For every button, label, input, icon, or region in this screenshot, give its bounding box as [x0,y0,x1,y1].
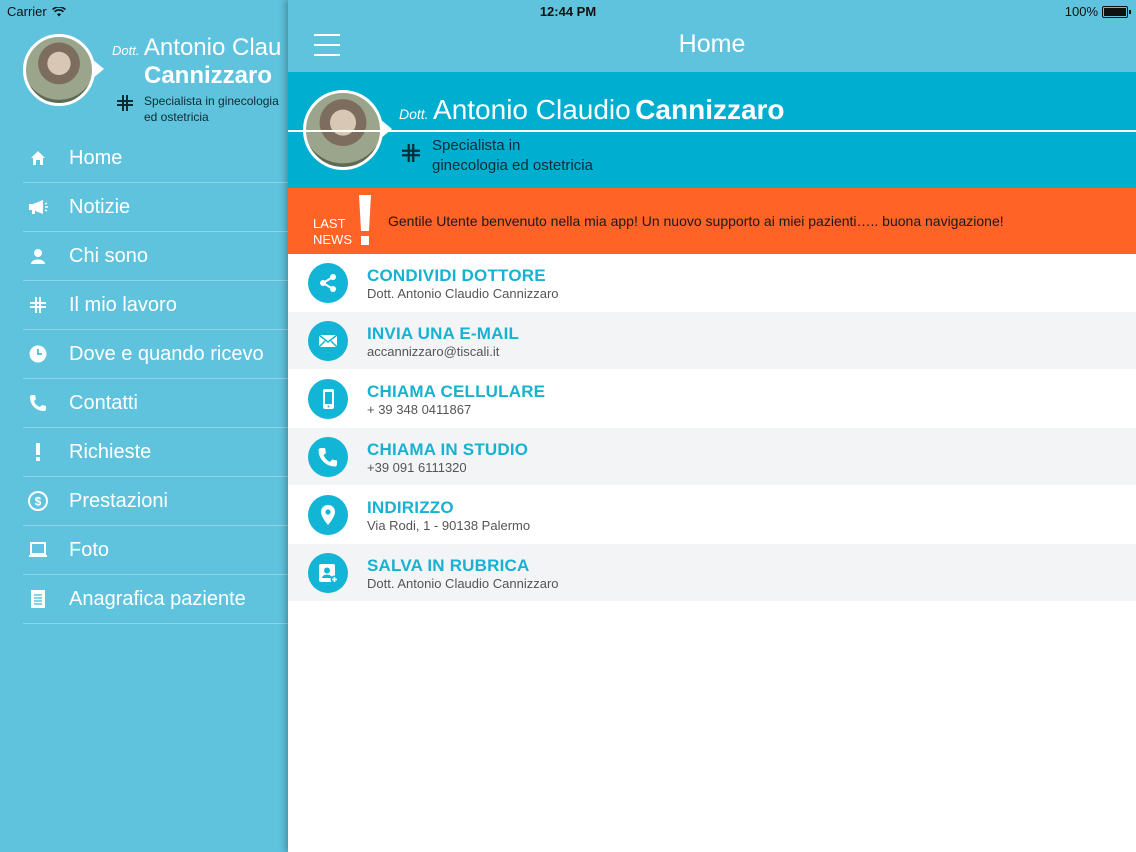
sidebar-item-richieste[interactable]: Richieste [23,428,288,477]
specialty-line: Specialista in [432,137,521,154]
doctor-first-name: Antonio Claudio [433,94,631,125]
sidebar-item-il-mio-lavoro[interactable]: Il mio lavoro [23,281,288,330]
action-save-contact[interactable]: SALVA IN RUBRICA Dott. Antonio Claudio C… [288,544,1136,602]
action-call-studio[interactable]: CHIAMA IN STUDIO +39 091 6111320 [288,428,1136,486]
sidebar-item-dove-e-quando[interactable]: Dove e quando ricevo [23,330,288,379]
clock: 12:44 PM [539,4,597,19]
action-share-doctor[interactable]: CONDIVIDI DOTTORE Dott. Antonio Claudio … [288,254,1136,312]
sidebar-item-prestazioni[interactable]: $ Prestazioni [23,477,288,526]
home-icon [23,148,53,168]
last-news-banner[interactable]: LAST NEWS Gentile Utente benvenuto nella… [288,188,1136,254]
sidebar-menu: Home Notizie Chi sono Il mio lavoro Dove… [23,134,288,624]
doctor-first-name: Antonio Clau [143,34,282,61]
sidebar-item-label: Richieste [69,440,152,463]
sidebar: Dott. Antonio Clau Cannizzaro Specialist… [0,0,288,852]
battery-icon [1102,5,1131,18]
sidebar-item-foto[interactable]: Foto [23,526,288,575]
sidebar-item-notizie[interactable]: Notizie [23,183,288,232]
doctor-title: Dott. [399,106,429,122]
action-list: CONDIVIDI DOTTORE Dott. Antonio Claudio … [288,254,1136,602]
action-subtitle: Via Rodi, 1 - 90138 Palermo [367,518,531,533]
medical-cross-icon [117,95,133,111]
share-icon [308,263,348,303]
action-subtitle: Dott. Antonio Claudio Cannizzaro [367,286,559,301]
action-title: INVIA UNA E-MAIL [367,324,520,343]
action-title: CHIAMA IN STUDIO [367,440,529,459]
doctor-title: Dott. [112,43,140,58]
page-title-text: Home [678,30,746,58]
action-call-mobile[interactable]: CHIAMA CELLULARE + 39 348 0411867 [288,370,1136,428]
status-bar: Carrier 12:44 PM 100% [0,0,1136,22]
sidebar-item-label: Chi sono [69,244,148,267]
clock-icon [23,344,53,364]
specialty-line: Specialista in ginecologia [144,94,279,108]
action-subtitle: +39 091 6111320 [367,460,467,475]
monitor-icon [23,540,53,560]
sidebar-item-label: Dove e quando ricevo [69,342,264,365]
sidebar-item-chi-sono[interactable]: Chi sono [23,232,288,281]
sidebar-specialty: Specialista in ginecologia ed ostetricia [144,94,288,125]
phone-icon [23,393,53,413]
action-title: INDIRIZZO [367,498,454,517]
last-news-label: LAST NEWS [313,216,352,249]
sidebar-item-home[interactable]: Home [23,134,288,183]
doctor-last-name: Cannizzaro [635,94,785,125]
doctor-last-name: Cannizzaro [144,61,273,89]
sidebar-item-label: Prestazioni [69,489,168,512]
battery-percent: 100% [1064,4,1098,19]
avatar [23,34,104,106]
exclamation-icon [23,442,53,462]
location-pin-icon [308,495,348,535]
action-title: CHIAMA CELLULARE [367,382,546,401]
news-text: Gentile Utente benvenuto nella mia app! … [388,213,1004,229]
svg-text:$: $ [35,495,42,509]
envelope-icon [308,321,348,361]
specialty-line: ed ostetricia [144,109,209,124]
sidebar-item-label: Contatti [69,391,138,414]
action-subtitle: Dott. Antonio Claudio Cannizzaro [367,576,559,591]
action-title: CONDIVIDI DOTTORE [367,266,546,285]
exclamation-icon [359,195,371,245]
sidebar-item-anagrafica[interactable]: Anagrafica paziente [23,575,288,624]
sidebar-item-label: Home [69,146,123,169]
sidebar-item-label: Anagrafica paziente [69,587,246,610]
person-icon [23,246,53,266]
cross-icon [23,295,53,315]
page-title: Home [288,30,1136,59]
doctor-profile-header: Dott. Antonio Claudio Cannizzaro Special… [288,72,1136,188]
doctor-name: Dott. Antonio Claudio Cannizzaro [399,94,785,126]
specialty-line: ginecologia ed ostetricia [432,156,593,174]
news-label-line: NEWS [313,232,352,248]
sidebar-item-label: Foto [69,538,110,561]
divider [288,130,1136,132]
dollar-icon: $ [23,491,53,511]
action-title: SALVA IN RUBRICA [367,556,530,575]
action-subtitle: accannizzaro@tiscali.it [367,344,500,359]
sidebar-item-label: Il mio lavoro [69,293,177,316]
phone-icon [308,437,348,477]
news-label-line: LAST [313,216,346,231]
sidebar-item-label: Notizie [69,195,131,218]
action-address[interactable]: INDIRIZZO Via Rodi, 1 - 90138 Palermo [288,486,1136,544]
main-panel: Home Dott. Antonio Claudio Cannizzaro Sp… [288,0,1136,852]
doctor-specialty: Specialista in ginecologia ed ostetricia [432,136,632,175]
document-icon [23,589,53,609]
battery-status: 100% [1064,4,1131,19]
megaphone-icon [23,197,53,217]
action-send-email[interactable]: INVIA UNA E-MAIL accannizzaro@tiscali.it [288,312,1136,370]
medical-cross-icon [402,144,420,162]
add-contact-icon [308,553,348,593]
sidebar-item-contatti[interactable]: Contatti [23,379,288,428]
action-subtitle: + 39 348 0411867 [367,402,472,417]
mobile-icon [308,379,348,419]
sidebar-doctor-name: Dott. Antonio Clau Cannizzaro [112,34,281,89]
